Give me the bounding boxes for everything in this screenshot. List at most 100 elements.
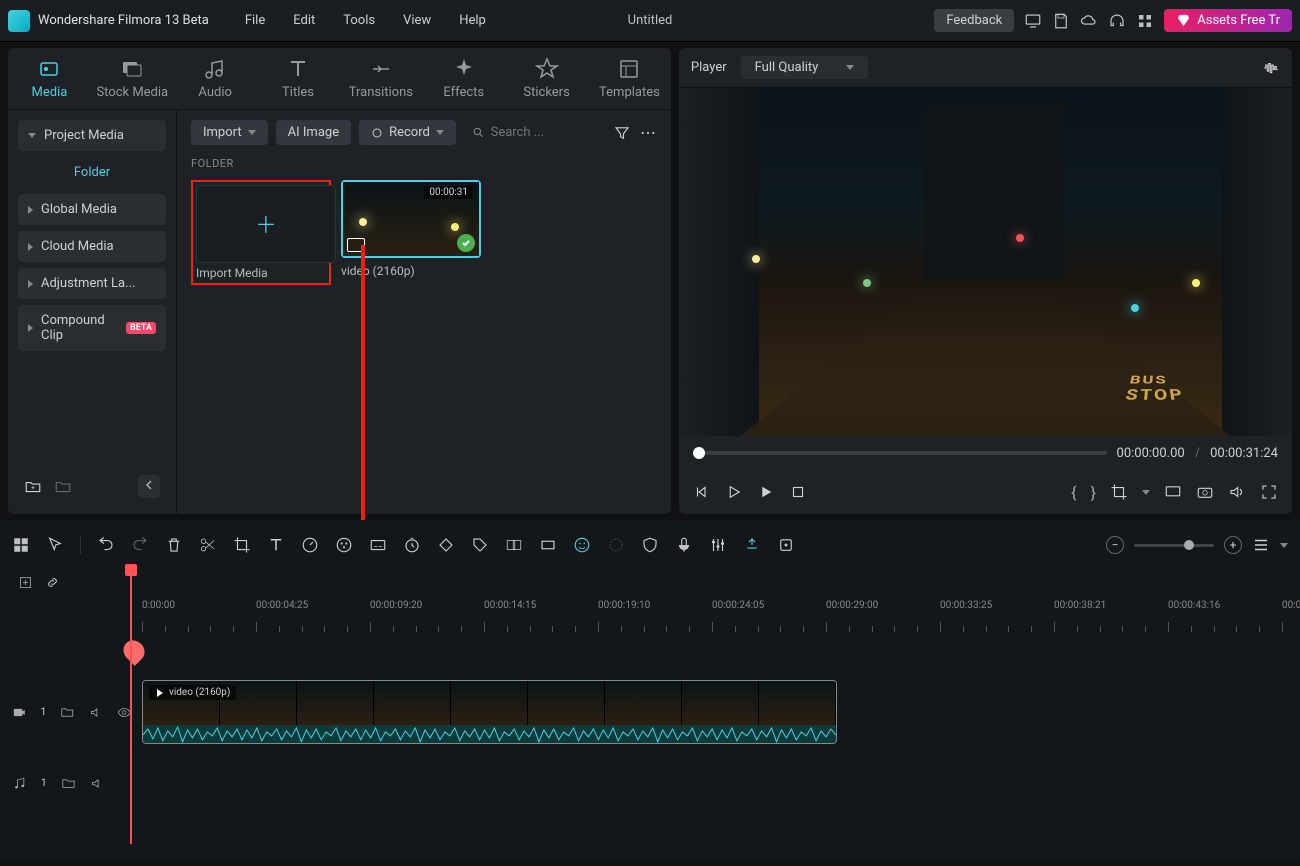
- import-media-tile[interactable]: +: [196, 185, 336, 263]
- chevron-right-icon: [28, 280, 33, 288]
- feedback-button[interactable]: Feedback: [934, 9, 1014, 32]
- menu-edit[interactable]: Edit: [281, 9, 327, 32]
- zoom-in-button[interactable]: +: [1224, 536, 1242, 554]
- monitor-icon[interactable]: [1024, 12, 1042, 30]
- sidebar-adjustment-layer[interactable]: Adjustment La...: [18, 268, 166, 299]
- ai-image-button[interactable]: AI Image: [276, 120, 351, 145]
- mixer-icon[interactable]: [709, 536, 727, 554]
- render-icon[interactable]: [607, 536, 625, 554]
- speed-icon[interactable]: [301, 536, 319, 554]
- video-preview[interactable]: BUSSTOP: [679, 88, 1292, 436]
- waveform-icon[interactable]: [1262, 59, 1280, 77]
- play-pause-icon[interactable]: [725, 483, 743, 501]
- sidebar-global-media[interactable]: Global Media: [18, 194, 166, 225]
- search-icon[interactable]: [472, 125, 485, 140]
- subtitle-icon[interactable]: [369, 536, 387, 554]
- audio-track-icon: [12, 776, 27, 791]
- link-icon[interactable]: [45, 575, 60, 590]
- tab-media[interactable]: Media: [8, 48, 91, 109]
- prev-frame-icon[interactable]: [693, 483, 711, 501]
- keyframe-icon[interactable]: [437, 536, 455, 554]
- sidebar-project-media[interactable]: Project Media: [18, 120, 166, 151]
- mark-out-icon[interactable]: }: [1091, 483, 1096, 502]
- menu-view[interactable]: View: [391, 9, 443, 32]
- filter-icon[interactable]: [613, 124, 631, 142]
- beta-badge: BETA: [126, 322, 156, 334]
- mute-icon[interactable]: [89, 705, 104, 720]
- tab-audio[interactable]: Audio: [174, 48, 257, 109]
- sidebar-compound-clip[interactable]: Compound ClipBETA: [18, 305, 166, 351]
- new-folder-icon[interactable]: [24, 478, 42, 496]
- list-view-icon[interactable]: [1252, 536, 1270, 554]
- tab-stickers[interactable]: Stickers: [505, 48, 588, 109]
- menu-help[interactable]: Help: [447, 9, 498, 32]
- sidebar-cloud-media[interactable]: Cloud Media: [18, 231, 166, 262]
- sidebar-folder[interactable]: Folder: [18, 157, 166, 188]
- undo-icon[interactable]: [97, 536, 115, 554]
- cloud-icon[interactable]: [1080, 12, 1098, 30]
- stop-icon[interactable]: [789, 483, 807, 501]
- save-icon[interactable]: [1052, 12, 1070, 30]
- tag-icon[interactable]: [471, 536, 489, 554]
- layout-icon[interactable]: [12, 536, 30, 554]
- search-input[interactable]: [491, 125, 597, 140]
- redo-icon[interactable]: [131, 536, 149, 554]
- delete-icon[interactable]: [165, 536, 183, 554]
- chevron-down-icon[interactable]: [1280, 543, 1288, 548]
- progress-knob[interactable]: [693, 447, 705, 459]
- add-track-icon[interactable]: [18, 575, 33, 590]
- zoom-slider[interactable]: [1134, 544, 1214, 547]
- folder-track-icon[interactable]: [61, 776, 76, 791]
- play-icon[interactable]: [757, 483, 775, 501]
- display-icon[interactable]: [1164, 483, 1182, 501]
- zoom-out-button[interactable]: −: [1106, 536, 1124, 554]
- video-clip[interactable]: video (2160p): [142, 680, 837, 744]
- magnet-icon[interactable]: [743, 536, 761, 554]
- group-icon[interactable]: [505, 536, 523, 554]
- crop-tool-icon[interactable]: [1110, 483, 1128, 501]
- smiley-icon[interactable]: [573, 536, 591, 554]
- marker-tool-icon[interactable]: [777, 536, 795, 554]
- tab-effects[interactable]: Effects: [422, 48, 505, 109]
- color-icon[interactable]: [335, 536, 353, 554]
- aspect-icon[interactable]: [539, 536, 557, 554]
- tab-templates[interactable]: Templates: [588, 48, 671, 109]
- menu-tools[interactable]: Tools: [331, 9, 387, 32]
- folder-track-icon[interactable]: [60, 705, 75, 720]
- assets-free-trial-button[interactable]: Assets Free Tr: [1164, 9, 1292, 32]
- fullscreen-icon[interactable]: [1260, 483, 1278, 501]
- headphones-icon[interactable]: [1108, 12, 1126, 30]
- progress-bar[interactable]: [693, 451, 1107, 455]
- check-icon: [457, 234, 475, 252]
- split-icon[interactable]: [199, 536, 217, 554]
- more-icon[interactable]: [639, 124, 657, 142]
- audio-track-empty[interactable]: [142, 766, 1288, 800]
- folder-icon[interactable]: [54, 478, 72, 496]
- collapse-sidebar-button[interactable]: [138, 475, 160, 498]
- shield-icon[interactable]: [641, 536, 659, 554]
- import-dropdown[interactable]: Import: [191, 120, 268, 145]
- video-thumbnail[interactable]: 00:00:31: [341, 180, 481, 258]
- apps-icon[interactable]: [1136, 12, 1154, 30]
- timeline-ruler[interactable]: 0:00:0000:00:04:2500:00:09:2000:00:14:15…: [142, 600, 1288, 632]
- record-dropdown[interactable]: Record: [359, 120, 456, 145]
- mic-icon[interactable]: [675, 536, 693, 554]
- marker-icon[interactable]: [119, 636, 149, 666]
- tab-transitions[interactable]: Transitions: [339, 48, 422, 109]
- mute-icon[interactable]: [90, 776, 105, 791]
- crop-icon[interactable]: [233, 536, 251, 554]
- snapshot-icon[interactable]: [1196, 483, 1214, 501]
- menu-file[interactable]: File: [233, 9, 277, 32]
- pointer-icon[interactable]: [46, 536, 64, 554]
- chevron-down-icon[interactable]: [1142, 490, 1150, 495]
- playhead[interactable]: [130, 564, 132, 844]
- folder-header: FOLDER: [191, 157, 657, 170]
- text-icon[interactable]: [267, 536, 285, 554]
- timer-icon[interactable]: [403, 536, 421, 554]
- tab-titles[interactable]: Titles: [257, 48, 340, 109]
- tab-stock-media[interactable]: Stock Media: [91, 48, 174, 109]
- quality-dropdown[interactable]: Full Quality: [741, 56, 869, 79]
- volume-icon[interactable]: [1228, 483, 1246, 501]
- chevron-down-icon: [436, 130, 444, 135]
- mark-in-icon[interactable]: {: [1071, 483, 1076, 502]
